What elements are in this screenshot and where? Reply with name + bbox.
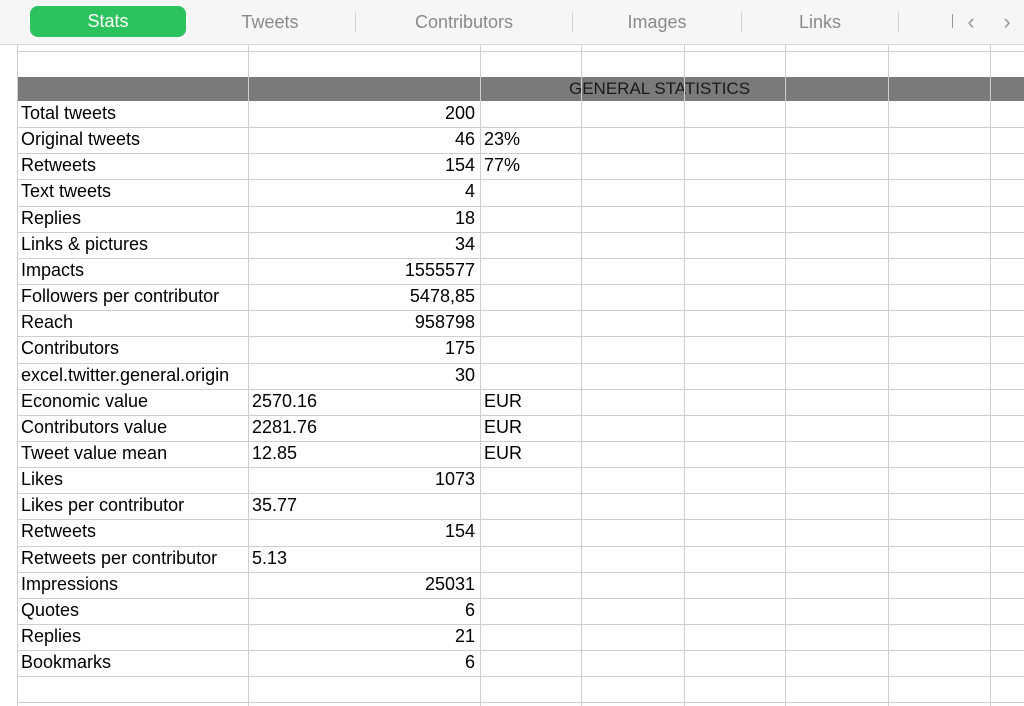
chevron-left-icon[interactable]: ‹: [958, 8, 984, 36]
row-value[interactable]: 154: [248, 519, 480, 545]
row-label[interactable]: Replies: [17, 624, 248, 650]
row-label[interactable]: Text tweets: [17, 179, 248, 205]
column-divider: [581, 45, 582, 706]
row-label[interactable]: Tweet value mean: [17, 441, 248, 467]
row-label[interactable]: Quotes: [17, 598, 248, 624]
row-extra[interactable]: 77%: [480, 153, 581, 179]
row-value[interactable]: 34: [248, 232, 480, 258]
tab-images[interactable]: Images: [575, 0, 739, 44]
row-extra[interactable]: EUR: [480, 415, 581, 441]
row-label[interactable]: Impressions: [17, 572, 248, 598]
section-title: GENERAL STATISTICS: [569, 79, 751, 98]
grid-line: [17, 702, 1024, 703]
row-label[interactable]: Likes: [17, 467, 248, 493]
row-value[interactable]: 5.13: [248, 546, 480, 572]
row-value[interactable]: 958798: [248, 310, 480, 336]
row-label[interactable]: Impacts: [17, 258, 248, 284]
row-label[interactable]: Total tweets: [17, 101, 248, 127]
row-value[interactable]: 6: [248, 650, 480, 676]
row-value[interactable]: 1555577: [248, 258, 480, 284]
row-label[interactable]: Contributors value: [17, 415, 248, 441]
row-value[interactable]: 18: [248, 206, 480, 232]
grid-line: [17, 51, 1024, 52]
row-value[interactable]: 30: [248, 363, 480, 389]
row-label[interactable]: Followers per contributor: [17, 284, 248, 310]
tab-tweets[interactable]: Tweets: [190, 0, 350, 44]
column-divider: [785, 45, 786, 706]
row-extra[interactable]: EUR: [480, 441, 581, 467]
row-label[interactable]: Likes per contributor: [17, 493, 248, 519]
row-value[interactable]: 25031: [248, 572, 480, 598]
row-label[interactable]: Replies: [17, 206, 248, 232]
tab-stats[interactable]: Stats: [30, 6, 186, 37]
column-divider: [684, 45, 685, 706]
tab-separator: [572, 12, 573, 32]
chevron-right-icon[interactable]: ›: [994, 8, 1020, 36]
column-divider: [888, 45, 889, 706]
row-value[interactable]: 4: [248, 179, 480, 205]
tab-links[interactable]: Links: [744, 0, 896, 44]
row-label[interactable]: Reach: [17, 310, 248, 336]
row-label[interactable]: Original tweets: [17, 127, 248, 153]
row-value[interactable]: 2281.76: [248, 415, 480, 441]
column-divider: [990, 45, 991, 706]
spreadsheet-grid[interactable]: GENERAL STATISTICS Total tweets 200 Origina…: [0, 45, 1024, 706]
tab-separator: [898, 12, 899, 32]
row-value[interactable]: 35.77: [248, 493, 480, 519]
row-value[interactable]: 2570.16: [248, 389, 480, 415]
row-label[interactable]: Bookmarks: [17, 650, 248, 676]
tab-separator: [741, 12, 742, 32]
row-label[interactable]: Links & pictures: [17, 232, 248, 258]
row-value[interactable]: 46: [248, 127, 480, 153]
tab-contributors[interactable]: Contributors: [358, 0, 570, 44]
row-label[interactable]: Economic value: [17, 389, 248, 415]
row-value[interactable]: 5478,85: [248, 284, 480, 310]
tab-separator: [355, 12, 356, 32]
row-extra[interactable]: EUR: [480, 389, 581, 415]
row-label[interactable]: Retweets: [17, 519, 248, 545]
row-label[interactable]: Contributors: [17, 336, 248, 362]
row-value[interactable]: 1073: [248, 467, 480, 493]
row-label[interactable]: excel.twitter.general.origin: [17, 363, 248, 389]
row-value[interactable]: 6: [248, 598, 480, 624]
row-value[interactable]: 154: [248, 153, 480, 179]
section-header-band: [17, 77, 1024, 101]
row-label[interactable]: Retweets: [17, 153, 248, 179]
grid-line: [17, 676, 1024, 677]
row-value[interactable]: 175: [248, 336, 480, 362]
row-extra[interactable]: 23%: [480, 127, 581, 153]
row-value[interactable]: 12.85: [248, 441, 480, 467]
row-label[interactable]: Retweets per contributor: [17, 546, 248, 572]
row-value[interactable]: 21: [248, 624, 480, 650]
tab-overflow-marker: [952, 14, 953, 28]
row-value[interactable]: 200: [248, 101, 480, 127]
sheet-tab-bar: Stats Tweets Contributors Images Links ‹…: [0, 0, 1024, 45]
